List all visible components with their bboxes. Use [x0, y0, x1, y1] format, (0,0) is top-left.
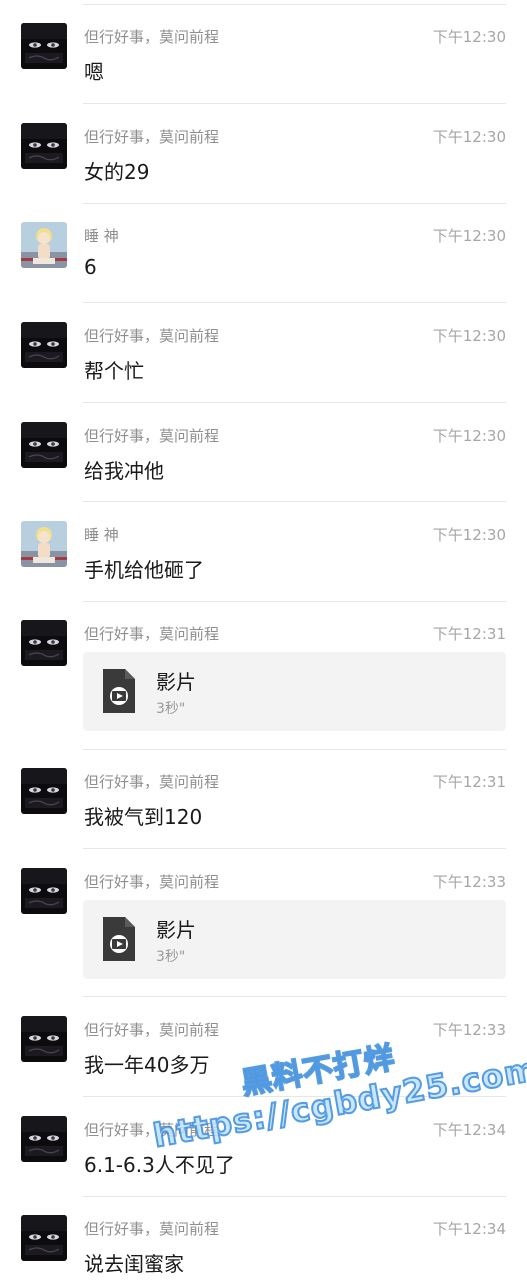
- dark-hair-avatar-icon: [21, 868, 67, 914]
- sender-name: 但行好事，莫问前程: [84, 427, 220, 445]
- dark-hair-avatar-icon: [21, 768, 67, 814]
- dark-hair-avatar-icon: [21, 1215, 67, 1261]
- dark-hair-avatar-icon: [21, 322, 67, 368]
- message-divider: [83, 501, 506, 502]
- sender-name: 但行好事，莫问前程: [84, 1220, 220, 1238]
- dark-hair-avatar-icon: [21, 620, 67, 666]
- message-time: 下午12:30: [432, 128, 506, 146]
- video-duration: 3秒": [156, 949, 186, 965]
- sender-name: 但行好事，莫问前程: [84, 873, 220, 891]
- message-divider: [83, 203, 506, 204]
- avatar[interactable]: [21, 620, 67, 666]
- message-divider: [83, 601, 506, 602]
- message-time: 下午12:34: [432, 1121, 506, 1139]
- watermark-title: 黑料不打烊: [238, 1039, 399, 1102]
- message-text: 手机给他砸了: [84, 558, 204, 582]
- message-divider: [83, 1196, 506, 1197]
- dark-hair-avatar-icon: [21, 422, 67, 468]
- message-text: 女的29: [84, 160, 150, 184]
- video-title: 影片: [156, 670, 196, 694]
- message-text: 嗯: [84, 60, 104, 84]
- video-title: 影片: [156, 918, 196, 942]
- message-time: 下午12:33: [432, 1021, 506, 1039]
- anime-child-avatar-icon: [21, 521, 67, 567]
- avatar[interactable]: [21, 1016, 67, 1062]
- message-time: 下午12:30: [432, 227, 506, 245]
- message-text: 给我冲他: [84, 459, 164, 483]
- sender-name: 但行好事，莫问前程: [84, 1021, 220, 1039]
- message-text: 说去闺蜜家: [84, 1252, 184, 1276]
- message-divider: [83, 103, 506, 104]
- avatar[interactable]: [21, 521, 67, 567]
- message-divider: [83, 996, 506, 997]
- message-text: 我一年40多万: [84, 1053, 210, 1077]
- video-attachment[interactable]: 影片 3秒": [83, 900, 506, 979]
- anime-child-avatar-icon: [21, 222, 67, 268]
- dark-hair-avatar-icon: [21, 23, 67, 69]
- video-file-icon: [103, 669, 135, 713]
- video-attachment[interactable]: 影片 3秒": [83, 652, 506, 731]
- avatar[interactable]: [21, 422, 67, 468]
- avatar[interactable]: [21, 123, 67, 169]
- message-time: 下午12:30: [432, 427, 506, 445]
- avatar[interactable]: [21, 768, 67, 814]
- message-text: 6.1-6.3人不见了: [84, 1153, 235, 1177]
- message-time: 下午12:31: [432, 773, 506, 791]
- message-text: 我被气到120: [84, 805, 203, 829]
- sender-name: 但行好事，莫问前程: [84, 28, 220, 46]
- avatar[interactable]: [21, 222, 67, 268]
- top-divider: [83, 4, 506, 5]
- sender-name: 但行好事，莫问前程: [84, 1121, 220, 1139]
- message-time: 下午12:34: [432, 1220, 506, 1238]
- message-divider: [83, 402, 506, 403]
- sender-name: 睡 神: [84, 227, 119, 245]
- avatar[interactable]: [21, 23, 67, 69]
- video-duration: 3秒": [156, 701, 186, 717]
- avatar[interactable]: [21, 1116, 67, 1162]
- dark-hair-avatar-icon: [21, 123, 67, 169]
- message-time: 下午12:30: [432, 526, 506, 544]
- video-file-icon: [103, 917, 135, 961]
- sender-name: 但行好事，莫问前程: [84, 327, 220, 345]
- sender-name: 睡 神: [84, 526, 119, 544]
- message-time: 下午12:30: [432, 327, 506, 345]
- dark-hair-avatar-icon: [21, 1016, 67, 1062]
- message-text: 帮个忙: [84, 359, 144, 383]
- message-divider: [83, 848, 506, 849]
- message-time: 下午12:30: [432, 28, 506, 46]
- message-divider: [83, 302, 506, 303]
- message-time: 下午12:31: [432, 625, 506, 643]
- sender-name: 但行好事，莫问前程: [84, 773, 220, 791]
- sender-name: 但行好事，莫问前程: [84, 128, 220, 146]
- message-text: 6: [84, 255, 97, 279]
- avatar[interactable]: [21, 868, 67, 914]
- avatar[interactable]: [21, 322, 67, 368]
- message-divider: [83, 1096, 506, 1097]
- message-time: 下午12:33: [432, 873, 506, 891]
- sender-name: 但行好事，莫问前程: [84, 625, 220, 643]
- dark-hair-avatar-icon: [21, 1116, 67, 1162]
- avatar[interactable]: [21, 1215, 67, 1261]
- message-divider: [83, 749, 506, 750]
